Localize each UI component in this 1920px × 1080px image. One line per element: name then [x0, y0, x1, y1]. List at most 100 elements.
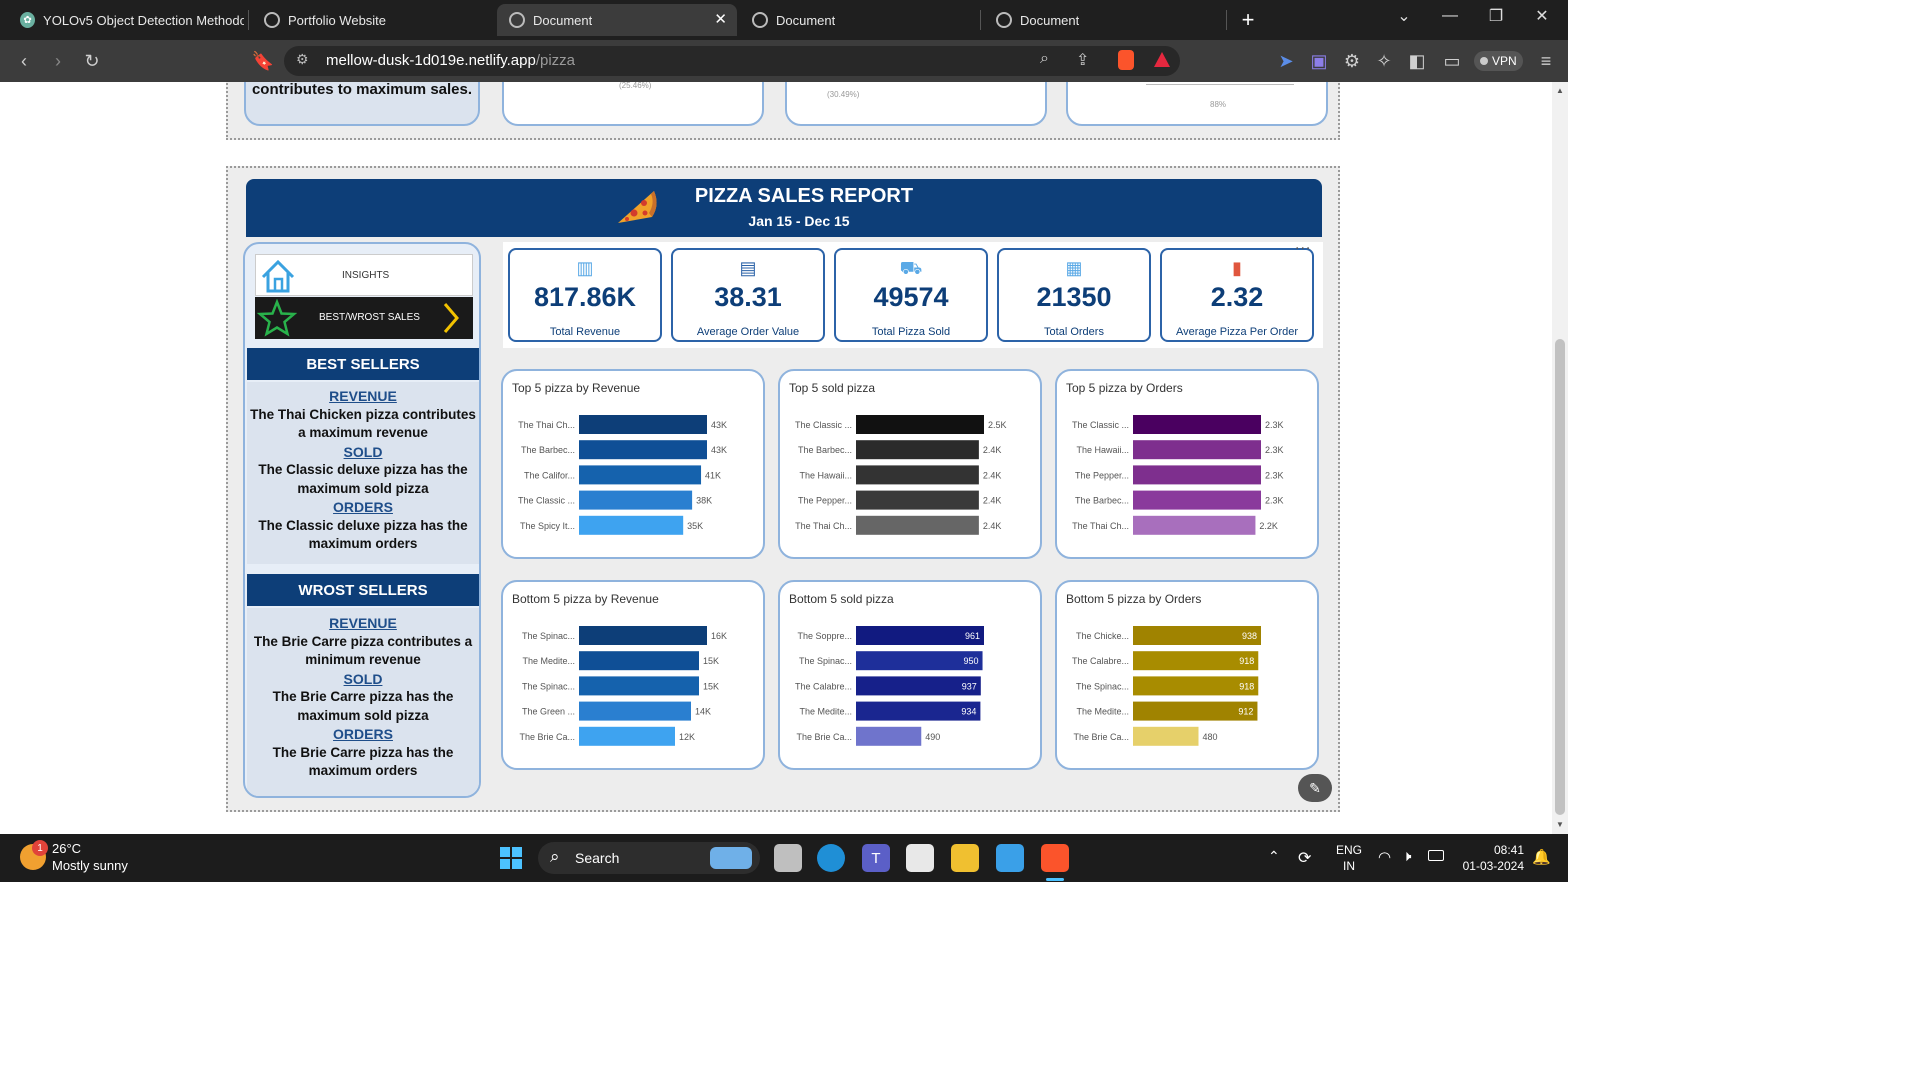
chart-category-label: The Hawaii... — [1076, 445, 1129, 455]
chart-bar[interactable] — [579, 726, 675, 746]
address-bar[interactable]: ⚙ mellow-dusk-1d019e.netlify.app/pizza ⌕… — [284, 46, 1180, 76]
wallet-icon[interactable]: ▭ — [1440, 49, 1464, 73]
brave-shields-icon[interactable] — [1118, 50, 1134, 70]
chart-bar[interactable] — [856, 726, 922, 746]
close-tab-icon[interactable]: ✕ — [714, 10, 727, 28]
magic-wand-button[interactable]: ✎ — [1298, 774, 1332, 802]
chart-bar[interactable] — [1133, 726, 1199, 746]
scroll-down-icon[interactable]: ▼ — [1556, 820, 1564, 829]
bookmark-icon[interactable]: 🔖 — [251, 49, 275, 73]
chart-bar[interactable] — [1133, 465, 1261, 485]
chart-bar[interactable] — [579, 415, 707, 434]
chart-category-label: The Pepper... — [798, 496, 852, 506]
page-scrollbar[interactable]: ▲ ▼ — [1552, 82, 1568, 834]
chart-bar[interactable] — [1133, 415, 1261, 434]
clock[interactable]: 08:41 01-03-2024 — [1456, 842, 1524, 874]
sidebar-icon[interactable]: ◧ — [1405, 49, 1429, 73]
chart-bar[interactable] — [579, 651, 699, 671]
weather-desc[interactable]: Mostly sunny — [52, 858, 128, 873]
forward-button[interactable]: › — [46, 49, 70, 73]
best-worst-nav-button[interactable]: BEST/WROST SALES — [255, 297, 473, 339]
chart-bar[interactable] — [856, 490, 979, 510]
tab-yolov5[interactable]: ✿ YOLOv5 Object Detection Methodolo — [8, 4, 244, 36]
worst-sold-text: The Brie Carre pizza has the maximum sol… — [272, 689, 454, 723]
worst-revenue-link[interactable]: REVENUE — [247, 614, 479, 633]
active-app-indicator — [1046, 878, 1064, 881]
brave-rewards-icon[interactable] — [1154, 52, 1170, 67]
chart-bar[interactable] — [579, 490, 693, 510]
reload-button[interactable]: ↻ — [80, 49, 104, 73]
chart-category-label: The Thai Ch... — [1072, 521, 1129, 531]
muted-speaker-icon[interactable]: 🕨 — [1402, 848, 1411, 865]
weather-temp[interactable]: 26°C — [52, 841, 81, 856]
url-text[interactable]: mellow-dusk-1d019e.netlify.app/pizza — [326, 52, 575, 69]
site-settings-icon[interactable]: ⚙ — [296, 51, 309, 68]
notification-bell-icon[interactable]: 🔔 — [1532, 848, 1551, 866]
worst-orders-link[interactable]: ORDERS — [247, 725, 479, 744]
vpn-button[interactable]: VPN — [1474, 51, 1523, 71]
tab-document-3[interactable]: Document — [984, 4, 1220, 36]
settings-extension-icon[interactable]: ⚙ — [1340, 49, 1364, 73]
insights-nav-button[interactable]: INSIGHTS — [255, 254, 473, 296]
battery-icon[interactable] — [1428, 850, 1444, 861]
best-revenue-link[interactable]: REVENUE — [247, 387, 479, 406]
more-options-icon[interactable]: ... — [1295, 236, 1311, 254]
new-tab-button[interactable]: + — [1236, 7, 1260, 32]
report-title: PIZZA SALES REPORT — [694, 185, 914, 207]
chart-bar[interactable] — [579, 676, 699, 696]
zoom-icon[interactable]: ⌕ — [1040, 50, 1049, 68]
chart-bar[interactable] — [579, 465, 702, 485]
chart-bar[interactable] — [856, 515, 979, 535]
best-sold-link[interactable]: SOLD — [247, 443, 479, 462]
brave-taskbar-icon[interactable] — [1041, 844, 1069, 872]
cursor-extension-icon[interactable]: ➤ — [1274, 49, 1298, 73]
back-button[interactable]: ‹ — [12, 49, 36, 73]
tab-document-2[interactable]: Document — [740, 4, 976, 36]
extension-icon[interactable]: ▣ — [1307, 49, 1331, 73]
chart-data-label: 490 — [925, 732, 940, 742]
minimize-button[interactable]: — — [1427, 0, 1473, 32]
chevron-up-icon[interactable]: ⌃ — [1268, 848, 1280, 865]
chart-bar[interactable] — [856, 440, 979, 460]
chart-bottom-revenue: Bottom 5 pizza by Revenue The Spinac... 1… — [501, 580, 765, 770]
file-explorer-icon[interactable] — [951, 844, 979, 872]
tab-document-active[interactable]: Document ✕ — [497, 4, 737, 36]
chart-data-label: 38K — [696, 496, 712, 506]
chart-bar[interactable] — [1133, 440, 1261, 460]
tab-search-chevron-icon[interactable]: ⌄ — [1381, 0, 1427, 32]
teams-icon[interactable]: T — [862, 844, 890, 872]
chart-bar[interactable] — [579, 440, 707, 460]
chart-bar[interactable] — [856, 415, 984, 434]
windows-start-icon[interactable] — [497, 844, 525, 872]
puzzle-extensions-icon[interactable]: ✧ — [1372, 49, 1396, 73]
edge-icon[interactable] — [817, 844, 845, 872]
sync-icon[interactable]: ⟳ — [1298, 848, 1311, 868]
chart-bar[interactable] — [1133, 515, 1256, 535]
tab-portfolio[interactable]: Portfolio Website — [252, 4, 488, 36]
previous-gauge-label: 88% — [1210, 100, 1227, 109]
notepad-icon[interactable] — [996, 844, 1024, 872]
chart-bar[interactable] — [1133, 490, 1261, 510]
best-orders-link[interactable]: ORDERS — [247, 498, 479, 517]
chart-bar[interactable] — [856, 465, 979, 485]
taskbar-search-box[interactable]: ⌕ Search — [538, 842, 760, 874]
chart-bar[interactable] — [579, 515, 684, 535]
chart-bar[interactable] — [579, 701, 691, 721]
scrollbar-thumb[interactable] — [1555, 339, 1565, 815]
task-view-icon[interactable] — [774, 844, 802, 872]
scroll-up-icon[interactable]: ▲ — [1556, 86, 1564, 95]
chart-category-label: The Pepper... — [1075, 470, 1129, 480]
tab-title: Document — [776, 12, 836, 28]
menu-icon[interactable]: ≡ — [1534, 49, 1558, 73]
close-window-button[interactable]: ✕ — [1519, 0, 1565, 32]
restore-button[interactable]: ❐ — [1473, 0, 1519, 32]
share-icon[interactable]: ⇪ — [1076, 50, 1089, 70]
wifi-icon[interactable]: ◠ — [1378, 848, 1391, 866]
worst-sold-link[interactable]: SOLD — [247, 670, 479, 689]
chart-data-label: 912 — [1238, 707, 1253, 717]
kpi-average-order-value: ▤ 38.31 Average Order Value — [671, 248, 825, 342]
language-indicator[interactable]: ENG IN — [1336, 842, 1362, 874]
kpi-label: Total Revenue — [549, 326, 621, 338]
chart-bar[interactable] — [579, 626, 707, 645]
store-icon[interactable] — [906, 844, 934, 872]
